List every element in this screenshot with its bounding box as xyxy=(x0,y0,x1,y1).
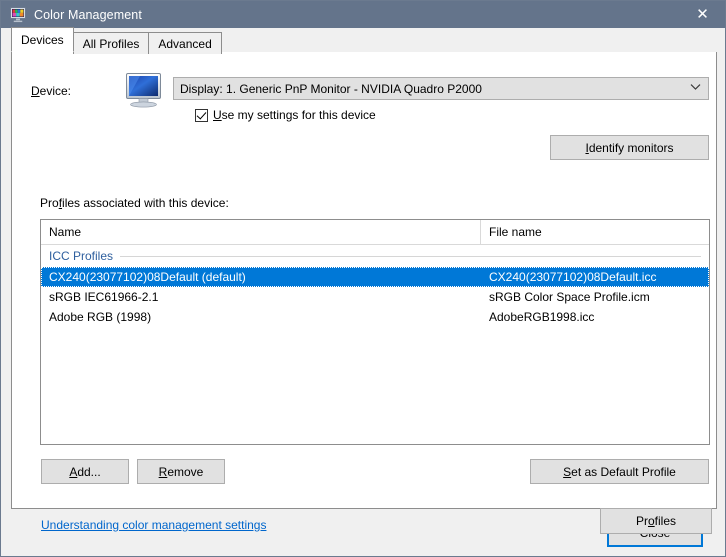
use-my-settings-row[interactable]: Use my settings for this device xyxy=(195,108,376,122)
table-row[interactable]: CX240(23077102)08Default (default) CX240… xyxy=(41,267,709,287)
profiles-button-label: Profiles xyxy=(635,514,677,528)
profiles-button[interactable]: Profiles xyxy=(600,508,712,534)
add-profile-button[interactable]: Add... xyxy=(41,459,129,484)
device-label: Device: xyxy=(31,84,72,98)
table-row[interactable]: sRGB IEC61966-2.1 sRGB Color Space Profi… xyxy=(41,287,709,307)
add-profile-label: Add... xyxy=(69,464,101,479)
tab-devices[interactable]: Devices xyxy=(11,27,74,52)
identify-monitors-button[interactable]: Identify monitors xyxy=(550,135,709,160)
column-header-name[interactable]: Name xyxy=(41,220,481,244)
profiles-caption: Profiles associated with this device: xyxy=(40,196,229,210)
color-management-window: Color Management ✕ Devices All Profiles … xyxy=(0,0,726,557)
group-header-rule xyxy=(120,255,701,257)
profile-file-name: sRGB Color Space Profile.icm xyxy=(489,290,650,304)
set-as-default-profile-button[interactable]: Set as Default Profile xyxy=(530,459,709,484)
table-row[interactable]: Adobe RGB (1998) AdobeRGB1998.icc xyxy=(41,307,709,327)
group-header-label: ICC Profiles xyxy=(49,249,114,263)
device-dropdown[interactable]: Display: 1. Generic PnP Monitor - NVIDIA… xyxy=(173,77,709,100)
window-title: Color Management xyxy=(34,7,142,22)
tab-all-profiles[interactable]: All Profiles xyxy=(72,32,150,54)
profiles-list[interactable]: Name File name ICC Profiles CX240(230771… xyxy=(40,219,710,445)
profile-file-name: CX240(23077102)08Default.icc xyxy=(489,270,657,284)
use-my-settings-label: Use my settings for this device xyxy=(213,108,376,122)
chevron-down-icon xyxy=(686,83,704,94)
set-as-default-profile-label: Set as Default Profile xyxy=(563,464,676,479)
devices-tab-page: Device: Display: 1. Generic PnP Monitor … xyxy=(11,32,717,534)
color-monitor-icon xyxy=(10,6,26,23)
use-my-settings-checkbox[interactable] xyxy=(195,108,208,122)
column-header-file-name[interactable]: File name xyxy=(481,220,709,244)
tab-advanced[interactable]: Advanced xyxy=(148,32,222,54)
profile-name: Adobe RGB (1998) xyxy=(49,310,152,324)
remove-profile-label: Remove xyxy=(158,464,204,479)
remove-profile-button[interactable]: Remove xyxy=(137,459,225,484)
profile-file-name: AdobeRGB1998.icc xyxy=(489,310,595,324)
title-bar: Color Management ✕ xyxy=(1,1,725,28)
identify-monitors-label: Identify monitors xyxy=(585,140,674,155)
group-header-icc-profiles: ICC Profiles xyxy=(41,245,709,267)
display-monitor-icon xyxy=(124,71,166,109)
profiles-list-header: Name File name xyxy=(41,220,709,245)
device-dropdown-value: Display: 1. Generic PnP Monitor - NVIDIA… xyxy=(180,81,482,96)
profile-name: sRGB IEC61966-2.1 xyxy=(49,290,159,304)
tab-strip: Devices All Profiles Advanced xyxy=(1,27,725,54)
close-icon[interactable]: ✕ xyxy=(680,1,725,28)
profile-name: CX240(23077102)08Default (default) xyxy=(49,270,246,284)
understanding-color-management-link[interactable]: Understanding color management settings xyxy=(41,518,266,532)
